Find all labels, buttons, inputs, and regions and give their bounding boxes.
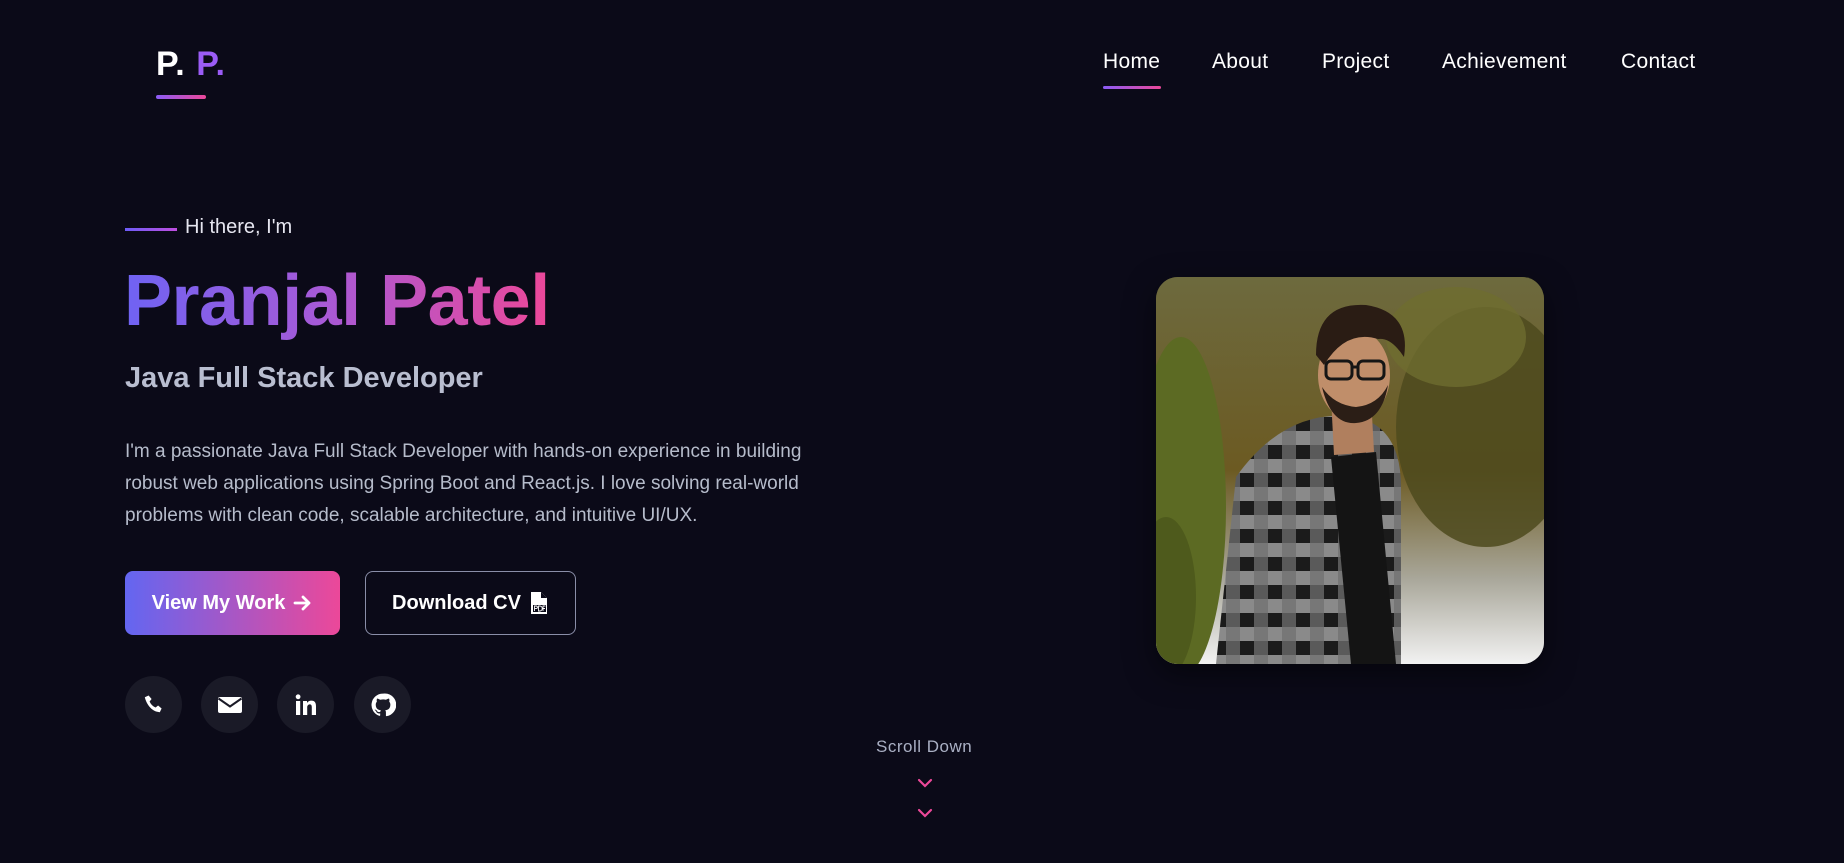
download-cv-label: Download CV	[392, 591, 521, 614]
chevron-down-icon-secondary	[917, 808, 933, 818]
nav-active-indicator	[1103, 86, 1161, 89]
phone-button[interactable]	[125, 676, 182, 733]
site-logo[interactable]: P. P.	[156, 44, 226, 84]
chevron-down-icon[interactable]	[917, 778, 933, 788]
profile-photo	[1156, 277, 1544, 664]
greeting-text: Hi there, I'm	[185, 216, 293, 238]
logo-underline	[156, 95, 206, 99]
nav-project[interactable]: Project	[1322, 50, 1389, 74]
linkedin-button[interactable]	[277, 676, 334, 733]
nav-home[interactable]: Home	[1103, 50, 1160, 74]
logo-initial-first: P.	[156, 45, 186, 83]
hero-name: Pranjal Patel	[124, 256, 550, 346]
linkedin-icon	[295, 693, 316, 715]
email-button[interactable]	[201, 676, 258, 733]
view-my-work-label: View My Work	[151, 591, 286, 614]
greeting-accent-line	[125, 228, 177, 231]
phone-icon	[144, 695, 162, 712]
pdf-file-icon	[530, 592, 547, 614]
github-button[interactable]	[354, 676, 411, 733]
envelope-icon	[217, 696, 242, 713]
hero-role: Java Full Stack Developer	[125, 362, 483, 394]
scroll-down-label[interactable]: Scroll Down	[876, 737, 972, 757]
nav-achievement[interactable]: Achievement	[1442, 50, 1567, 74]
nav-contact[interactable]: Contact	[1621, 50, 1695, 74]
logo-initial-second: P.	[196, 45, 226, 83]
github-icon	[371, 693, 396, 716]
portrait-illustration	[1156, 277, 1544, 664]
hero-description: I'm a passionate Java Full Stack Develop…	[125, 441, 802, 526]
nav-about[interactable]: About	[1212, 50, 1268, 74]
arrow-right-icon	[293, 595, 311, 611]
download-cv-button[interactable]: Download CV	[365, 571, 576, 635]
view-my-work-button[interactable]: View My Work	[125, 571, 340, 635]
